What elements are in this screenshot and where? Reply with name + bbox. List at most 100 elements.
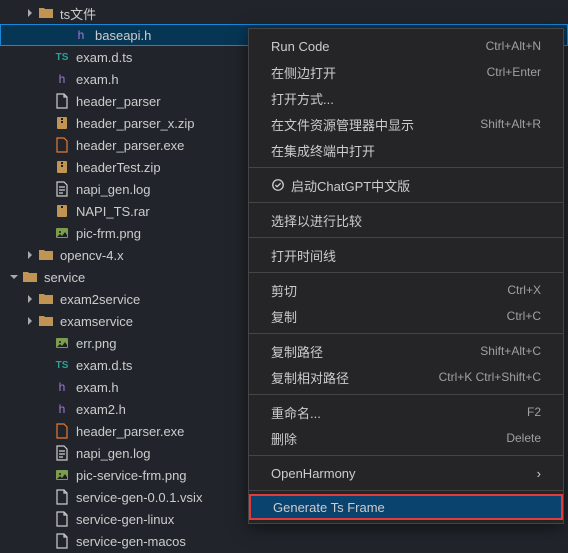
file-icon bbox=[54, 533, 70, 549]
tree-item-label: exam.d.ts bbox=[76, 50, 132, 65]
menu-item[interactable]: OpenHarmony › bbox=[249, 460, 563, 486]
menu-separator bbox=[249, 237, 563, 238]
folder-icon bbox=[38, 5, 54, 21]
menu-item-label: 删除 bbox=[271, 429, 297, 448]
menu-item-label: 在集成终端中打开 bbox=[271, 141, 375, 160]
menu-item-label: OpenHarmony bbox=[271, 466, 356, 481]
tree-item-label: exam.h bbox=[76, 72, 119, 87]
h-icon: h bbox=[54, 71, 70, 87]
tree-item-label: exam2service bbox=[60, 292, 140, 307]
ts-icon: TS bbox=[54, 49, 70, 65]
menu-item[interactable]: 删除 Delete bbox=[249, 425, 563, 451]
folder-icon bbox=[38, 247, 54, 263]
menu-item[interactable]: 复制相对路径 Ctrl+K Ctrl+Shift+C bbox=[249, 364, 563, 390]
tree-item-label: service-gen-macos bbox=[76, 534, 186, 549]
tree-item-label: examservice bbox=[60, 314, 133, 329]
menu-separator bbox=[249, 272, 563, 273]
chatgpt-icon bbox=[271, 178, 285, 192]
menu-shortcut: Ctrl+K Ctrl+Shift+C bbox=[439, 370, 541, 384]
png-icon bbox=[54, 467, 70, 483]
h-icon: h bbox=[73, 27, 89, 43]
menu-item-label: 在侧边打开 bbox=[271, 63, 336, 82]
tree-item-label: pic-service-frm.png bbox=[76, 468, 187, 483]
menu-item-label: 复制相对路径 bbox=[271, 368, 349, 387]
file-icon bbox=[54, 93, 70, 109]
tree-item-label: header_parser_x.zip bbox=[76, 116, 195, 131]
tree-item-label: service bbox=[44, 270, 85, 285]
chevron-right-icon: › bbox=[537, 466, 541, 481]
zip-icon bbox=[54, 159, 70, 175]
menu-item[interactable]: 在集成终端中打开 bbox=[249, 137, 563, 163]
menu-item[interactable]: 启动ChatGPT中文版 bbox=[249, 172, 563, 198]
h-icon: h bbox=[54, 379, 70, 395]
tree-item-label: exam.h bbox=[76, 380, 119, 395]
chevron-down-icon[interactable] bbox=[8, 272, 20, 282]
tree-item-label: service-gen-linux bbox=[76, 512, 174, 527]
tree-item-label: header_parser.exe bbox=[76, 424, 184, 439]
menu-shortcut: Ctrl+Alt+N bbox=[486, 39, 541, 53]
menu-shortcut: Delete bbox=[506, 431, 541, 445]
menu-item-label: 剪切 bbox=[271, 281, 297, 300]
tree-item-label: header_parser.exe bbox=[76, 138, 184, 153]
menu-item[interactable]: 复制 Ctrl+C bbox=[249, 303, 563, 329]
menu-item[interactable]: Generate Ts Frame bbox=[249, 494, 563, 520]
tree-item-label: NAPI_TS.rar bbox=[76, 204, 150, 219]
menu-item[interactable]: 在侧边打开 Ctrl+Enter bbox=[249, 59, 563, 85]
tree-item-label: exam.d.ts bbox=[76, 358, 132, 373]
ts-icon: TS bbox=[54, 357, 70, 373]
png-icon bbox=[54, 335, 70, 351]
tree-row[interactable]: ts文件 bbox=[0, 2, 568, 24]
chevron-right-icon[interactable] bbox=[24, 294, 36, 304]
menu-item[interactable]: 在文件资源管理器中显示 Shift+Alt+R bbox=[249, 111, 563, 137]
menu-shortcut: Ctrl+X bbox=[507, 283, 541, 297]
menu-separator bbox=[249, 167, 563, 168]
zip-icon bbox=[54, 115, 70, 131]
menu-item-label: Generate Ts Frame bbox=[273, 500, 385, 515]
tree-item-label: header_parser bbox=[76, 94, 161, 109]
menu-item-label: 选择以进行比较 bbox=[271, 211, 362, 230]
menu-item-label: 打开方式... bbox=[271, 89, 334, 108]
menu-separator bbox=[249, 333, 563, 334]
chevron-right-icon[interactable] bbox=[24, 250, 36, 260]
menu-item-label: 复制路径 bbox=[271, 342, 323, 361]
tree-item-label: exam2.h bbox=[76, 402, 126, 417]
rar-icon bbox=[54, 203, 70, 219]
menu-separator bbox=[249, 394, 563, 395]
menu-shortcut: Ctrl+Enter bbox=[487, 65, 541, 79]
menu-shortcut: F2 bbox=[527, 405, 541, 419]
menu-item-label: 启动ChatGPT中文版 bbox=[291, 176, 410, 195]
menu-item[interactable]: 复制路径 Shift+Alt+C bbox=[249, 338, 563, 364]
menu-shortcut: Shift+Alt+C bbox=[480, 344, 541, 358]
menu-item[interactable]: 剪切 Ctrl+X bbox=[249, 277, 563, 303]
menu-item[interactable]: 重命名... F2 bbox=[249, 399, 563, 425]
menu-separator bbox=[249, 455, 563, 456]
menu-shortcut: Shift+Alt+R bbox=[480, 117, 541, 131]
chevron-right-icon[interactable] bbox=[24, 8, 36, 18]
menu-separator bbox=[249, 490, 563, 491]
tree-item-label: headerTest.zip bbox=[76, 160, 161, 175]
file-icon bbox=[54, 489, 70, 505]
h-icon: h bbox=[54, 401, 70, 417]
menu-item-label: 在文件资源管理器中显示 bbox=[271, 115, 414, 134]
tree-item-label: opencv-4.x bbox=[60, 248, 124, 263]
menu-item[interactable]: Run CodeCtrl+Alt+N bbox=[249, 33, 563, 59]
tree-item-label: napi_gen.log bbox=[76, 182, 150, 197]
exe-icon bbox=[54, 423, 70, 439]
menu-item[interactable]: 打开方式... bbox=[249, 85, 563, 111]
menu-item[interactable]: 打开时间线 bbox=[249, 242, 563, 268]
context-menu: Run CodeCtrl+Alt+N 在侧边打开 Ctrl+Enter 打开方式...… bbox=[248, 28, 564, 524]
chevron-right-icon[interactable] bbox=[24, 316, 36, 326]
tree-item-label: baseapi.h bbox=[95, 28, 151, 43]
menu-item-label: 复制 bbox=[271, 307, 297, 326]
file-icon bbox=[54, 511, 70, 527]
menu-shortcut: Ctrl+C bbox=[507, 309, 541, 323]
folder-icon bbox=[22, 269, 38, 285]
tree-row[interactable]: service-gen-macos bbox=[0, 530, 568, 552]
tree-item-label: err.png bbox=[76, 336, 116, 351]
tree-item-label: napi_gen.log bbox=[76, 446, 150, 461]
tree-item-label: ts文件 bbox=[60, 4, 96, 23]
menu-item[interactable]: 选择以进行比较 bbox=[249, 207, 563, 233]
menu-item-label: 重命名... bbox=[271, 403, 321, 422]
log-icon bbox=[54, 181, 70, 197]
tree-item-label: service-gen-0.0.1.vsix bbox=[76, 490, 202, 505]
